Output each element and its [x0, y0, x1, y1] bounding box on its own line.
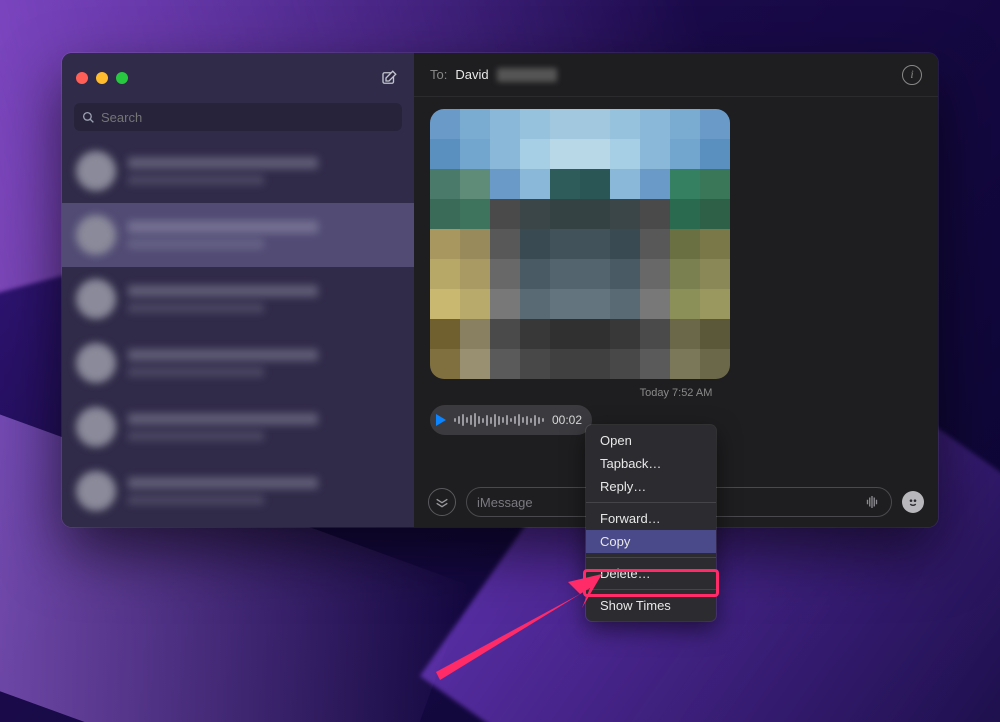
conversation-item[interactable]	[62, 267, 414, 331]
avatar	[76, 151, 116, 191]
context-menu[interactable]: OpenTapback…Reply… Forward…Copy Delete… Sho…	[586, 425, 716, 621]
menu-item-forward[interactable]: Forward…	[586, 507, 716, 530]
messages-area: Today 7:52 AM 00:02	[414, 97, 938, 477]
to-label: To:	[430, 67, 447, 82]
audio-record-icon[interactable]	[863, 493, 881, 511]
close-window-button[interactable]	[76, 72, 88, 84]
apps-button[interactable]	[428, 488, 456, 516]
compose-button[interactable]	[378, 67, 400, 89]
avatar	[76, 471, 116, 511]
window-titlebar	[62, 53, 414, 103]
audio-waveform	[454, 412, 544, 428]
conversation-item[interactable]	[62, 395, 414, 459]
search-icon	[82, 111, 95, 124]
image-message[interactable]	[430, 109, 730, 379]
recipient-name: David	[455, 67, 488, 82]
menu-item-copy[interactable]: Copy	[586, 530, 716, 553]
sidebar	[62, 53, 414, 527]
traffic-lights	[76, 72, 128, 84]
menu-item-delete[interactable]: Delete…	[586, 562, 716, 585]
message-timestamp: Today 7:52 AM	[430, 387, 922, 399]
menu-item-tapback[interactable]: Tapback…	[586, 452, 716, 475]
search-bar[interactable]	[74, 103, 402, 131]
conversation-item[interactable]	[62, 459, 414, 523]
info-button[interactable]: i	[902, 65, 922, 85]
audio-duration: 00:02	[552, 413, 582, 427]
menu-item-reply[interactable]: Reply…	[586, 475, 716, 498]
search-input[interactable]	[101, 110, 394, 125]
conversation-item[interactable]	[62, 331, 414, 395]
conversation-item[interactable]	[62, 139, 414, 203]
avatar	[76, 279, 116, 319]
menu-separator	[586, 502, 716, 503]
menu-separator	[586, 589, 716, 590]
conversation-list[interactable]	[62, 139, 414, 527]
avatar	[76, 343, 116, 383]
play-icon[interactable]	[436, 414, 446, 426]
messages-window: To: David i Today 7:52 AM 00:02	[62, 53, 938, 527]
menu-separator	[586, 557, 716, 558]
avatar	[76, 407, 116, 447]
minimize-window-button[interactable]	[96, 72, 108, 84]
emoji-button[interactable]	[902, 491, 924, 513]
redacted-text	[497, 68, 557, 82]
conversation-item[interactable]	[62, 203, 414, 267]
avatar	[76, 215, 116, 255]
maximize-window-button[interactable]	[116, 72, 128, 84]
menu-item-open[interactable]: Open	[586, 429, 716, 452]
audio-message[interactable]: 00:02	[430, 405, 592, 435]
conversation-header: To: David i	[414, 53, 938, 97]
menu-item-showtimes[interactable]: Show Times	[586, 594, 716, 617]
